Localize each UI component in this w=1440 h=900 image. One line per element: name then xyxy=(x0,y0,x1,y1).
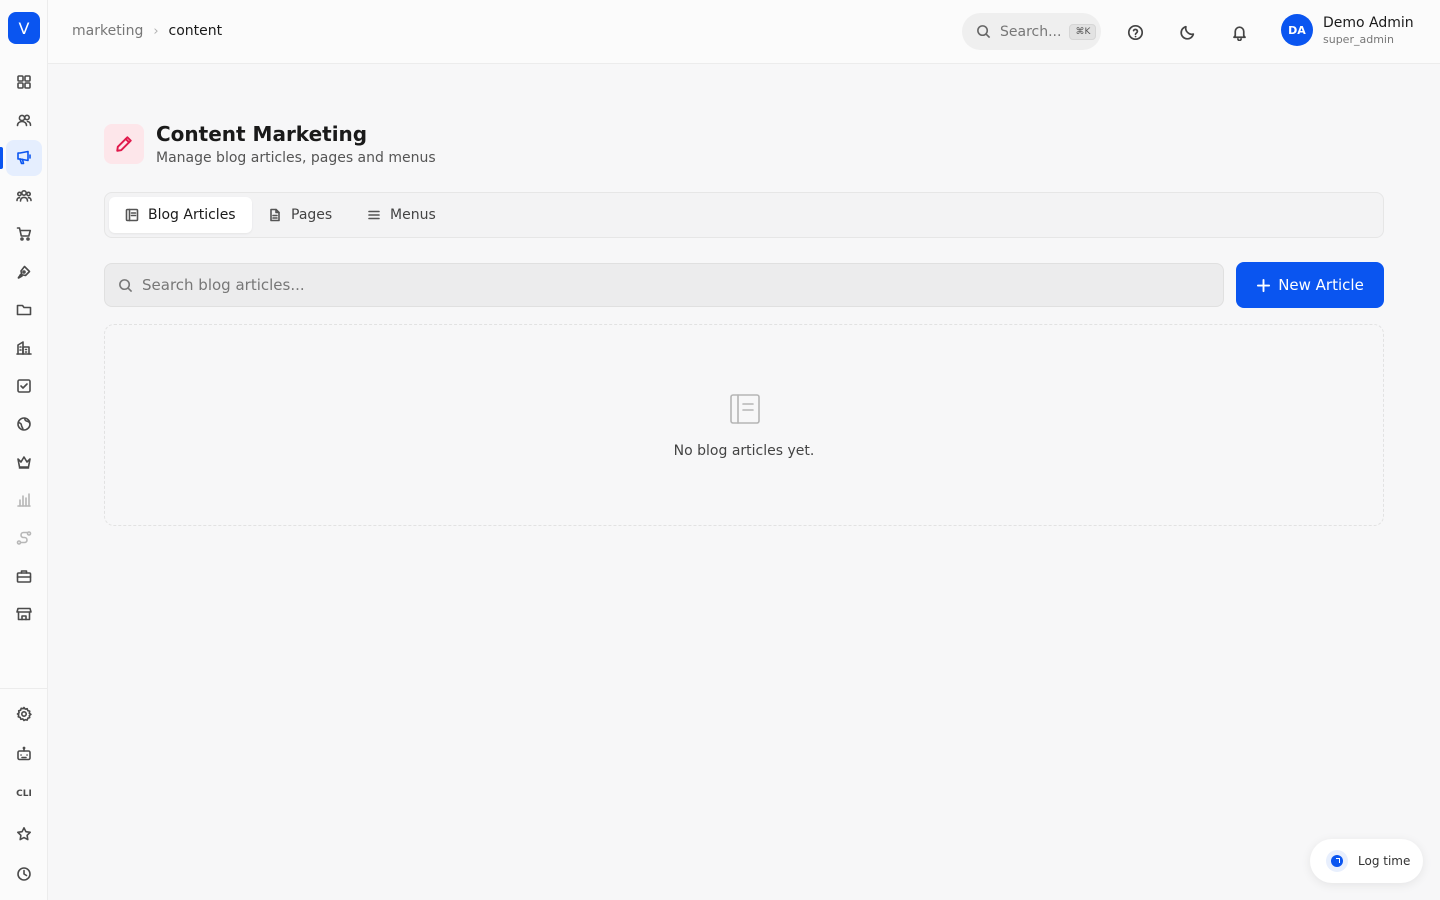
nav-marketing[interactable] xyxy=(6,140,42,176)
empty-article-icon xyxy=(729,393,761,425)
nav-team[interactable] xyxy=(6,178,42,214)
tab-pages[interactable]: Pages xyxy=(252,197,348,233)
pen-tool-icon xyxy=(17,265,31,279)
nav-tasks[interactable] xyxy=(6,368,42,404)
article-icon xyxy=(125,208,139,222)
dashboard-icon xyxy=(17,75,31,89)
new-article-label: New Article xyxy=(1278,276,1364,294)
building-icon xyxy=(16,341,32,355)
log-time-button[interactable]: Log time xyxy=(1310,839,1423,883)
help-icon xyxy=(1127,24,1143,40)
nav-analytics[interactable] xyxy=(6,482,42,518)
nav-users[interactable] xyxy=(6,102,42,138)
nav-history[interactable] xyxy=(6,856,42,892)
user-role: super_admin xyxy=(1323,32,1394,46)
globe-icon xyxy=(17,417,31,431)
bot-icon xyxy=(17,746,31,761)
chevron-right-icon: › xyxy=(153,23,159,39)
nav-jobs[interactable] xyxy=(6,558,42,594)
users-icon xyxy=(16,114,32,127)
route-icon xyxy=(16,531,32,545)
megaphone-icon xyxy=(17,150,31,165)
theme-toggle-button[interactable] xyxy=(1175,20,1199,44)
nav-premium[interactable] xyxy=(6,444,42,480)
plus-icon xyxy=(1257,278,1271,292)
page-subtitle: Manage blog articles, pages and menus xyxy=(156,150,436,166)
check-square-icon xyxy=(17,379,31,393)
nav-store[interactable] xyxy=(6,596,42,632)
store-icon xyxy=(16,607,32,621)
app-logo[interactable]: V xyxy=(8,12,40,44)
bell-icon xyxy=(1232,25,1246,41)
tab-blog-articles[interactable]: Blog Articles xyxy=(109,197,252,233)
page-title: Content Marketing xyxy=(156,122,368,146)
help-button[interactable] xyxy=(1123,20,1147,44)
sidebar-divider xyxy=(0,688,47,689)
empty-message: No blog articles yet. xyxy=(673,443,815,459)
search-icon xyxy=(977,25,991,39)
cli-label: CLI xyxy=(16,789,32,799)
log-time-label: Log time xyxy=(1358,854,1411,868)
nav-design[interactable] xyxy=(6,254,42,290)
new-article-button[interactable]: New Article xyxy=(1236,262,1384,308)
nav-routes[interactable] xyxy=(6,520,42,556)
nav-dashboard[interactable] xyxy=(6,64,42,100)
tab-menus[interactable]: Menus xyxy=(351,197,452,233)
nav-web[interactable] xyxy=(6,406,42,442)
topbar: marketing › content Search... ⌘K DA Demo… xyxy=(48,0,1440,64)
timer-icon xyxy=(1326,850,1348,872)
briefcase-icon xyxy=(16,570,32,583)
global-search[interactable]: Search... ⌘K xyxy=(962,13,1101,50)
team-icon xyxy=(16,189,32,202)
cart-icon xyxy=(16,227,32,241)
article-icon xyxy=(730,394,760,424)
user-name: Demo Admin xyxy=(1323,14,1414,31)
moon-icon xyxy=(1179,25,1194,40)
settings-icon xyxy=(16,706,32,722)
nav-files[interactable] xyxy=(6,292,42,328)
notifications-button[interactable] xyxy=(1227,20,1251,44)
pencil-icon xyxy=(116,136,132,152)
breadcrumb-parent[interactable]: marketing xyxy=(72,23,143,39)
nav-cart[interactable] xyxy=(6,216,42,252)
bar-chart-icon xyxy=(17,493,31,507)
nav-settings[interactable] xyxy=(6,696,42,732)
clock-icon xyxy=(17,867,31,881)
user-menu[interactable]: DA Demo Admin super_admin xyxy=(1281,14,1414,46)
menu-icon xyxy=(368,210,380,220)
article-search[interactable] xyxy=(104,263,1224,307)
content-tabs: Blog Articles Pages Menus xyxy=(104,192,1384,238)
avatar: DA xyxy=(1281,14,1313,46)
search-icon xyxy=(119,278,133,292)
star-icon xyxy=(17,827,31,841)
file-icon xyxy=(270,208,280,222)
active-indicator xyxy=(0,147,3,169)
article-search-input[interactable] xyxy=(142,276,1142,294)
nav-favorites[interactable] xyxy=(6,816,42,852)
page-header-icon xyxy=(104,124,144,164)
crown-icon xyxy=(17,456,31,469)
nav-companies[interactable] xyxy=(6,330,42,366)
nav-cli[interactable]: CLI xyxy=(6,776,42,812)
global-search-placeholder: Search... xyxy=(1000,23,1062,40)
search-shortcut: ⌘K xyxy=(1069,23,1097,40)
empty-state: No blog articles yet. xyxy=(104,324,1384,526)
nav-bot[interactable] xyxy=(6,736,42,772)
folder-icon xyxy=(16,304,32,316)
breadcrumb: marketing › content xyxy=(72,23,222,39)
sidebar: V CLI xyxy=(0,0,48,900)
tab-label: Menus xyxy=(390,207,436,223)
breadcrumb-current: content xyxy=(168,23,223,39)
tab-label: Pages xyxy=(291,207,333,223)
tab-label: Blog Articles xyxy=(148,207,236,223)
app-logo-letter: V xyxy=(18,18,30,38)
